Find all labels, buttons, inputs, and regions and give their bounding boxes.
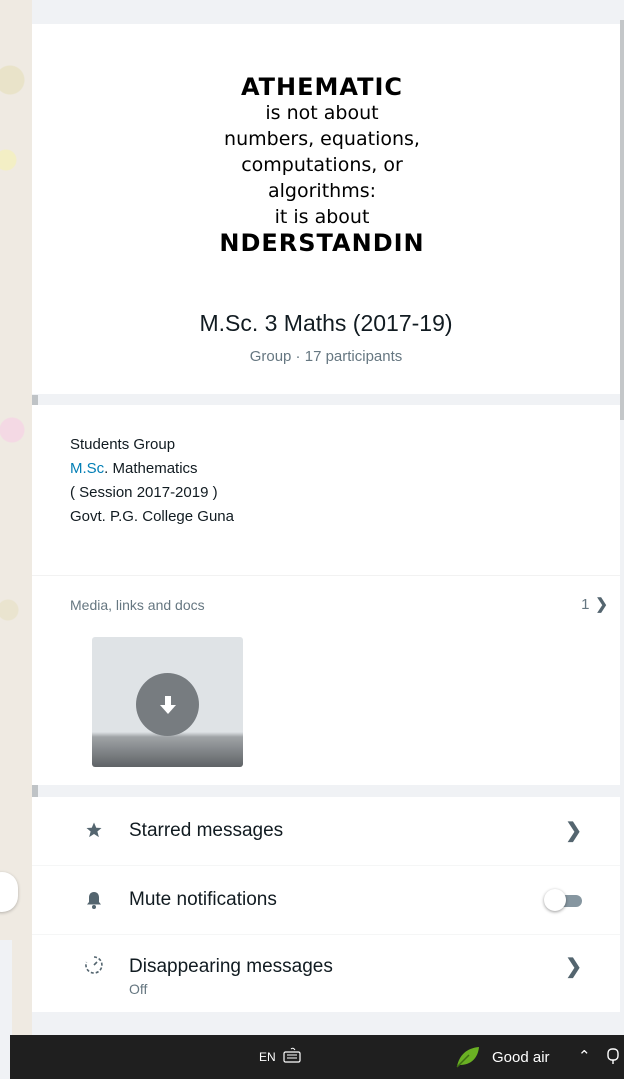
divider [32, 575, 620, 576]
leaf-icon[interactable] [455, 1045, 481, 1074]
chat-background-strip [0, 0, 32, 1035]
toggle-knob [544, 889, 566, 911]
description-line: M.Sc. Mathematics [70, 457, 234, 481]
group-name[interactable]: M.Sc. 3 Maths (2017-19) [32, 310, 620, 337]
group-info-panel: ATHEMATIC is not about numbers, equation… [32, 0, 624, 1035]
group-description: Students Group M.Sc. Mathematics ( Sessi… [70, 433, 234, 529]
bell-icon [82, 888, 106, 912]
mute-notifications-row[interactable]: Mute notifications [32, 866, 620, 934]
star-icon [82, 818, 106, 842]
group-actions-card: Starred messages ❯ Mute notifications Di… [32, 797, 620, 1012]
avatar-text-line: computations, or [241, 154, 403, 176]
group-participants: Group · 17 participants [249, 348, 403, 365]
group-header-card: ATHEMATIC is not about numbers, equation… [32, 24, 620, 394]
avatar-text-line: algorithms: [268, 180, 376, 202]
mute-notifications-label: Mute notifications [129, 889, 277, 910]
starred-messages-label: Starred messages [129, 820, 284, 841]
download-icon[interactable] [136, 673, 199, 736]
description-line: ( Session 2017-2019 ) [70, 484, 218, 501]
avatar-text-line: NDERSTANDIN [219, 229, 425, 257]
air-quality-label[interactable]: Good air [492, 1049, 550, 1066]
meet-now-icon[interactable] [606, 1046, 622, 1071]
media-count-value: 1 [581, 596, 590, 613]
avatar-text-line: it is about [274, 206, 370, 228]
scrollbar[interactable] [620, 20, 624, 420]
description-line: Students Group [70, 436, 176, 453]
description-line: Govt. P.G. College Guna [70, 508, 234, 525]
description-link[interactable]: M.Sc [70, 460, 104, 477]
starred-messages-row[interactable]: Starred messages ❯ [32, 797, 620, 865]
mute-toggle[interactable] [544, 889, 582, 911]
avatar-text-line: ATHEMATIC [240, 73, 404, 101]
media-count[interactable]: 1 ❯ [581, 595, 608, 613]
disappearing-messages-status: Off [129, 981, 148, 997]
chat-footer-edge [0, 940, 12, 1035]
scroll-button[interactable] [0, 872, 18, 912]
taskbar: EN Good air ⌃ [10, 1035, 624, 1079]
disappearing-messages-label: Disappearing messages [129, 956, 333, 977]
language-indicator[interactable]: EN [259, 1050, 276, 1064]
group-avatar[interactable]: ATHEMATIC is not about numbers, equation… [202, 74, 442, 289]
avatar-text-line: numbers, equations, [224, 128, 420, 150]
chevron-right-icon: ❯ [565, 820, 582, 842]
avatar-text-line: is not about [265, 102, 379, 124]
media-thumbnail[interactable] [92, 637, 243, 767]
keyboard-icon[interactable] [283, 1047, 301, 1068]
chevron-up-icon[interactable]: ⌃ [578, 1047, 591, 1065]
disappearing-messages-row[interactable]: Disappearing messages Off ❯ [32, 935, 620, 1003]
group-description-card: Students Group M.Sc. Mathematics ( Sessi… [32, 405, 620, 785]
media-links-docs-label[interactable]: Media, links and docs [70, 597, 205, 613]
chevron-right-icon: ❯ [565, 956, 582, 978]
chevron-right-icon: ❯ [595, 596, 608, 613]
timer-icon [82, 953, 106, 977]
description-text: . Mathematics [104, 460, 198, 477]
